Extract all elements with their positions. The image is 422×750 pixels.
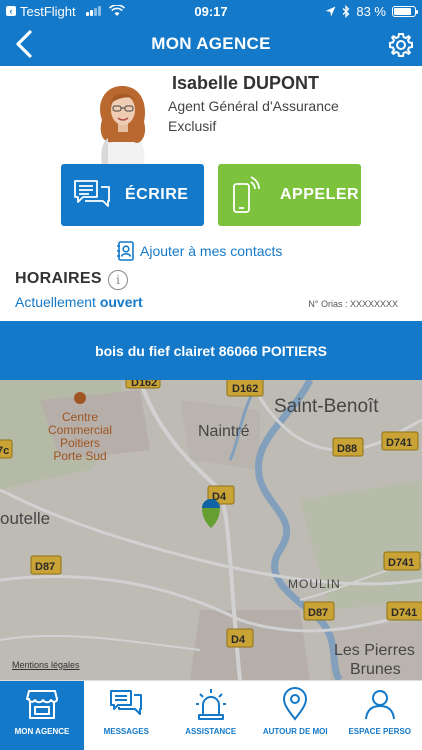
location-pin-icon	[283, 687, 308, 721]
tab-bar: MON AGENCE MESSAGES ASSISTANCE AUTOUR DE…	[0, 680, 422, 750]
back-to-app[interactable]: ‹ TestFlight	[6, 4, 125, 19]
nav-header: MON AGENCE	[0, 22, 422, 66]
add-contacts-link[interactable]: Ajouter à mes contacts	[116, 241, 282, 261]
contact-card-icon	[117, 241, 134, 261]
back-app-icon: ‹	[6, 6, 16, 16]
call-button[interactable]: APPELER	[218, 164, 361, 226]
tab-label: ASSISTANCE	[185, 727, 237, 736]
agent-name: Isabelle DUPONT	[172, 73, 320, 93]
siren-icon	[195, 689, 226, 720]
tab-label: AUTOUR DE MOI	[262, 727, 328, 736]
gear-icon[interactable]	[388, 32, 414, 58]
write-label: ÉCRIRE	[125, 186, 189, 203]
map-overlay	[0, 380, 422, 680]
add-contacts-label: Ajouter à mes contacts	[140, 243, 283, 259]
agency-address[interactable]: bois du fief clairet 86066 POITIERS	[0, 321, 422, 380]
battery-percent: 83 %	[356, 3, 386, 19]
tab-label: ESPACE PERSO	[348, 727, 412, 736]
agent-photo	[100, 86, 146, 166]
legal-mentions-link[interactable]: Mentions légales	[12, 660, 80, 670]
back-app-label: TestFlight	[20, 3, 76, 19]
hours-status-value: ouvert	[99, 294, 143, 310]
battery-icon	[392, 5, 418, 17]
orias-number: N° Orias : XXXXXXXX	[308, 299, 398, 309]
battery-fill	[394, 7, 411, 15]
status-bar: ‹ TestFlight 09:17 83 %	[0, 0, 422, 22]
messages-icon	[110, 690, 143, 715]
bluetooth-icon	[342, 4, 350, 18]
call-label: APPELER	[280, 186, 360, 203]
tab-label: MESSAGES	[103, 727, 149, 736]
back-arrow-icon[interactable]	[10, 28, 40, 60]
page-title: MON AGENCE	[151, 34, 271, 53]
shop-icon	[26, 690, 58, 719]
write-button[interactable]: ÉCRIRE	[61, 164, 204, 226]
app-screen: ‹ TestFlight 09:17 83 % MON AGENCE Isabe…	[0, 0, 422, 750]
hours-title: HORAIRES	[15, 270, 102, 287]
tab-label: MON AGENCE	[14, 727, 70, 736]
tab-messages[interactable]: MESSAGES	[84, 681, 169, 750]
signal-icon	[85, 6, 101, 16]
tab-mon-agence[interactable]: MON AGENCE	[0, 681, 84, 750]
info-icon[interactable]: i	[108, 270, 128, 290]
tab-autour-de-moi[interactable]: AUTOUR DE MOI	[253, 681, 338, 750]
agent-role: Agent Général d'Assurance Exclusif	[168, 98, 339, 134]
location-arrow-icon	[325, 6, 336, 16]
tab-assistance[interactable]: ASSISTANCE	[169, 681, 254, 750]
tab-espace-perso[interactable]: ESPACE PERSO	[338, 681, 422, 750]
address-label: bois du fief clairet 86066 POITIERS	[95, 342, 327, 359]
hours-status-prefix: Actuellement	[15, 294, 96, 310]
hours-status: Actuellement ouvert	[15, 294, 143, 310]
map-view[interactable]: D162 D162 D88 D741 D4 D87 D741 D87 D4 D7…	[0, 380, 422, 680]
chat-icon	[74, 180, 110, 207]
user-icon	[364, 690, 395, 720]
wifi-icon	[108, 5, 125, 16]
phone-icon	[233, 176, 260, 213]
